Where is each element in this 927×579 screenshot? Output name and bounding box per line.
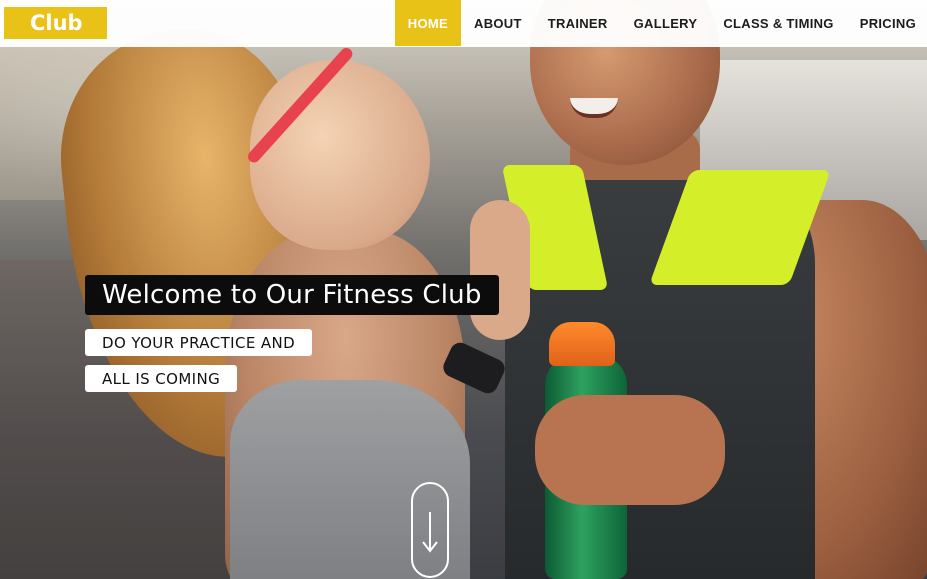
water-bottle-cap — [549, 322, 615, 366]
nav-item-trainer[interactable]: TRAINER — [535, 0, 621, 46]
nav-item-class-timing[interactable]: CLASS & TIMING — [710, 0, 846, 46]
nav-item-home[interactable]: HOME — [394, 0, 461, 46]
site-logo[interactable]: Club — [4, 7, 107, 39]
woman-face — [250, 60, 430, 250]
arrow-down-icon — [422, 512, 438, 553]
nav-item-pricing[interactable]: PRICING — [847, 0, 927, 46]
woman-hand — [470, 200, 530, 340]
scroll-down-button[interactable] — [411, 482, 449, 578]
nav-item-gallery[interactable]: GALLERY — [621, 0, 711, 46]
main-nav: HOME ABOUT TRAINER GALLERY CLASS & TIMIN… — [394, 0, 927, 47]
man-hand — [535, 395, 725, 505]
nav-item-about[interactable]: ABOUT — [461, 0, 535, 46]
hero-tagline-line2: ALL IS COMING — [85, 365, 238, 392]
hero-tagline-line1: DO YOUR PRACTICE AND — [85, 329, 313, 356]
site-header: Club HOME ABOUT TRAINER GALLERY CLASS & … — [0, 0, 927, 47]
hero-headline: Welcome to Our Fitness Club — [85, 275, 499, 315]
